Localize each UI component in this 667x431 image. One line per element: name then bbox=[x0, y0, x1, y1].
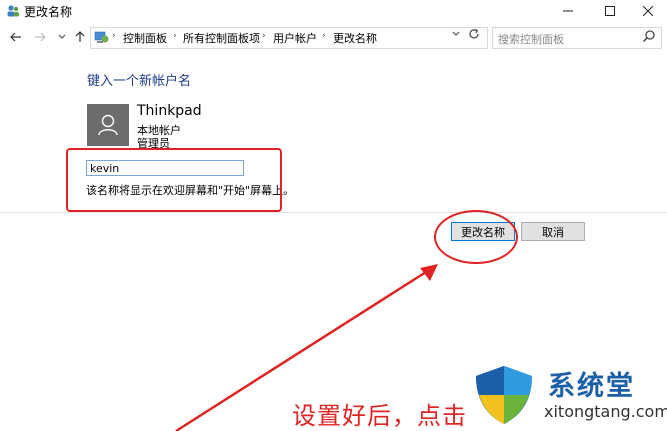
arrow-left-icon bbox=[10, 32, 21, 42]
chevron-down-icon bbox=[452, 31, 460, 36]
close-button[interactable] bbox=[628, 0, 667, 22]
maximize-icon bbox=[605, 6, 615, 16]
watermark-brand: 系统堂 bbox=[548, 371, 635, 402]
breadcrumb-change-name[interactable]: 更改名称 bbox=[333, 30, 377, 46]
back-button[interactable] bbox=[8, 28, 24, 46]
arrow-up-icon bbox=[75, 31, 85, 42]
arrow-right-icon bbox=[35, 32, 46, 42]
close-icon bbox=[643, 6, 653, 16]
account-name: Thinkpad bbox=[137, 103, 202, 119]
recent-locations-button[interactable] bbox=[54, 28, 70, 46]
address-dropdown-button[interactable] bbox=[452, 30, 460, 40]
window-title: 更改名称 bbox=[24, 5, 73, 19]
page-title: 键入一个新帐户名 bbox=[87, 74, 192, 89]
breadcrumb-control-panel[interactable]: 控制面板 bbox=[123, 30, 167, 46]
avatar bbox=[87, 104, 129, 146]
cancel-button[interactable]: 取消 bbox=[521, 222, 585, 241]
shield-logo-icon bbox=[476, 366, 532, 424]
highlight-box bbox=[66, 148, 282, 212]
crumb-separator: › bbox=[262, 31, 266, 41]
control-panel-icon bbox=[94, 31, 109, 43]
forward-button[interactable] bbox=[32, 28, 48, 46]
users-icon bbox=[7, 5, 19, 17]
refresh-icon bbox=[469, 28, 479, 39]
minimize-icon bbox=[563, 10, 573, 12]
annotation-text: 设置好后，点击 bbox=[292, 402, 467, 430]
breadcrumb-user-accounts[interactable]: 用户帐户 bbox=[273, 30, 317, 46]
highlight-ellipse bbox=[434, 210, 518, 264]
search-placeholder: 搜索控制面板 bbox=[498, 33, 564, 46]
breadcrumb-all-items[interactable]: 所有控制面板项 bbox=[183, 30, 260, 46]
user-icon bbox=[98, 114, 118, 136]
crumb-separator: › bbox=[112, 31, 116, 41]
crumb-separator: › bbox=[322, 31, 326, 41]
watermark-site: xitongtang.com bbox=[544, 402, 667, 421]
chevron-down-icon bbox=[58, 34, 66, 39]
up-button[interactable] bbox=[72, 28, 88, 46]
search-icon[interactable] bbox=[642, 29, 656, 43]
refresh-button[interactable] bbox=[468, 28, 480, 44]
minimize-button[interactable] bbox=[548, 0, 588, 22]
divider bbox=[0, 212, 667, 213]
crumb-separator: › bbox=[173, 31, 177, 41]
maximize-button[interactable] bbox=[590, 0, 630, 22]
